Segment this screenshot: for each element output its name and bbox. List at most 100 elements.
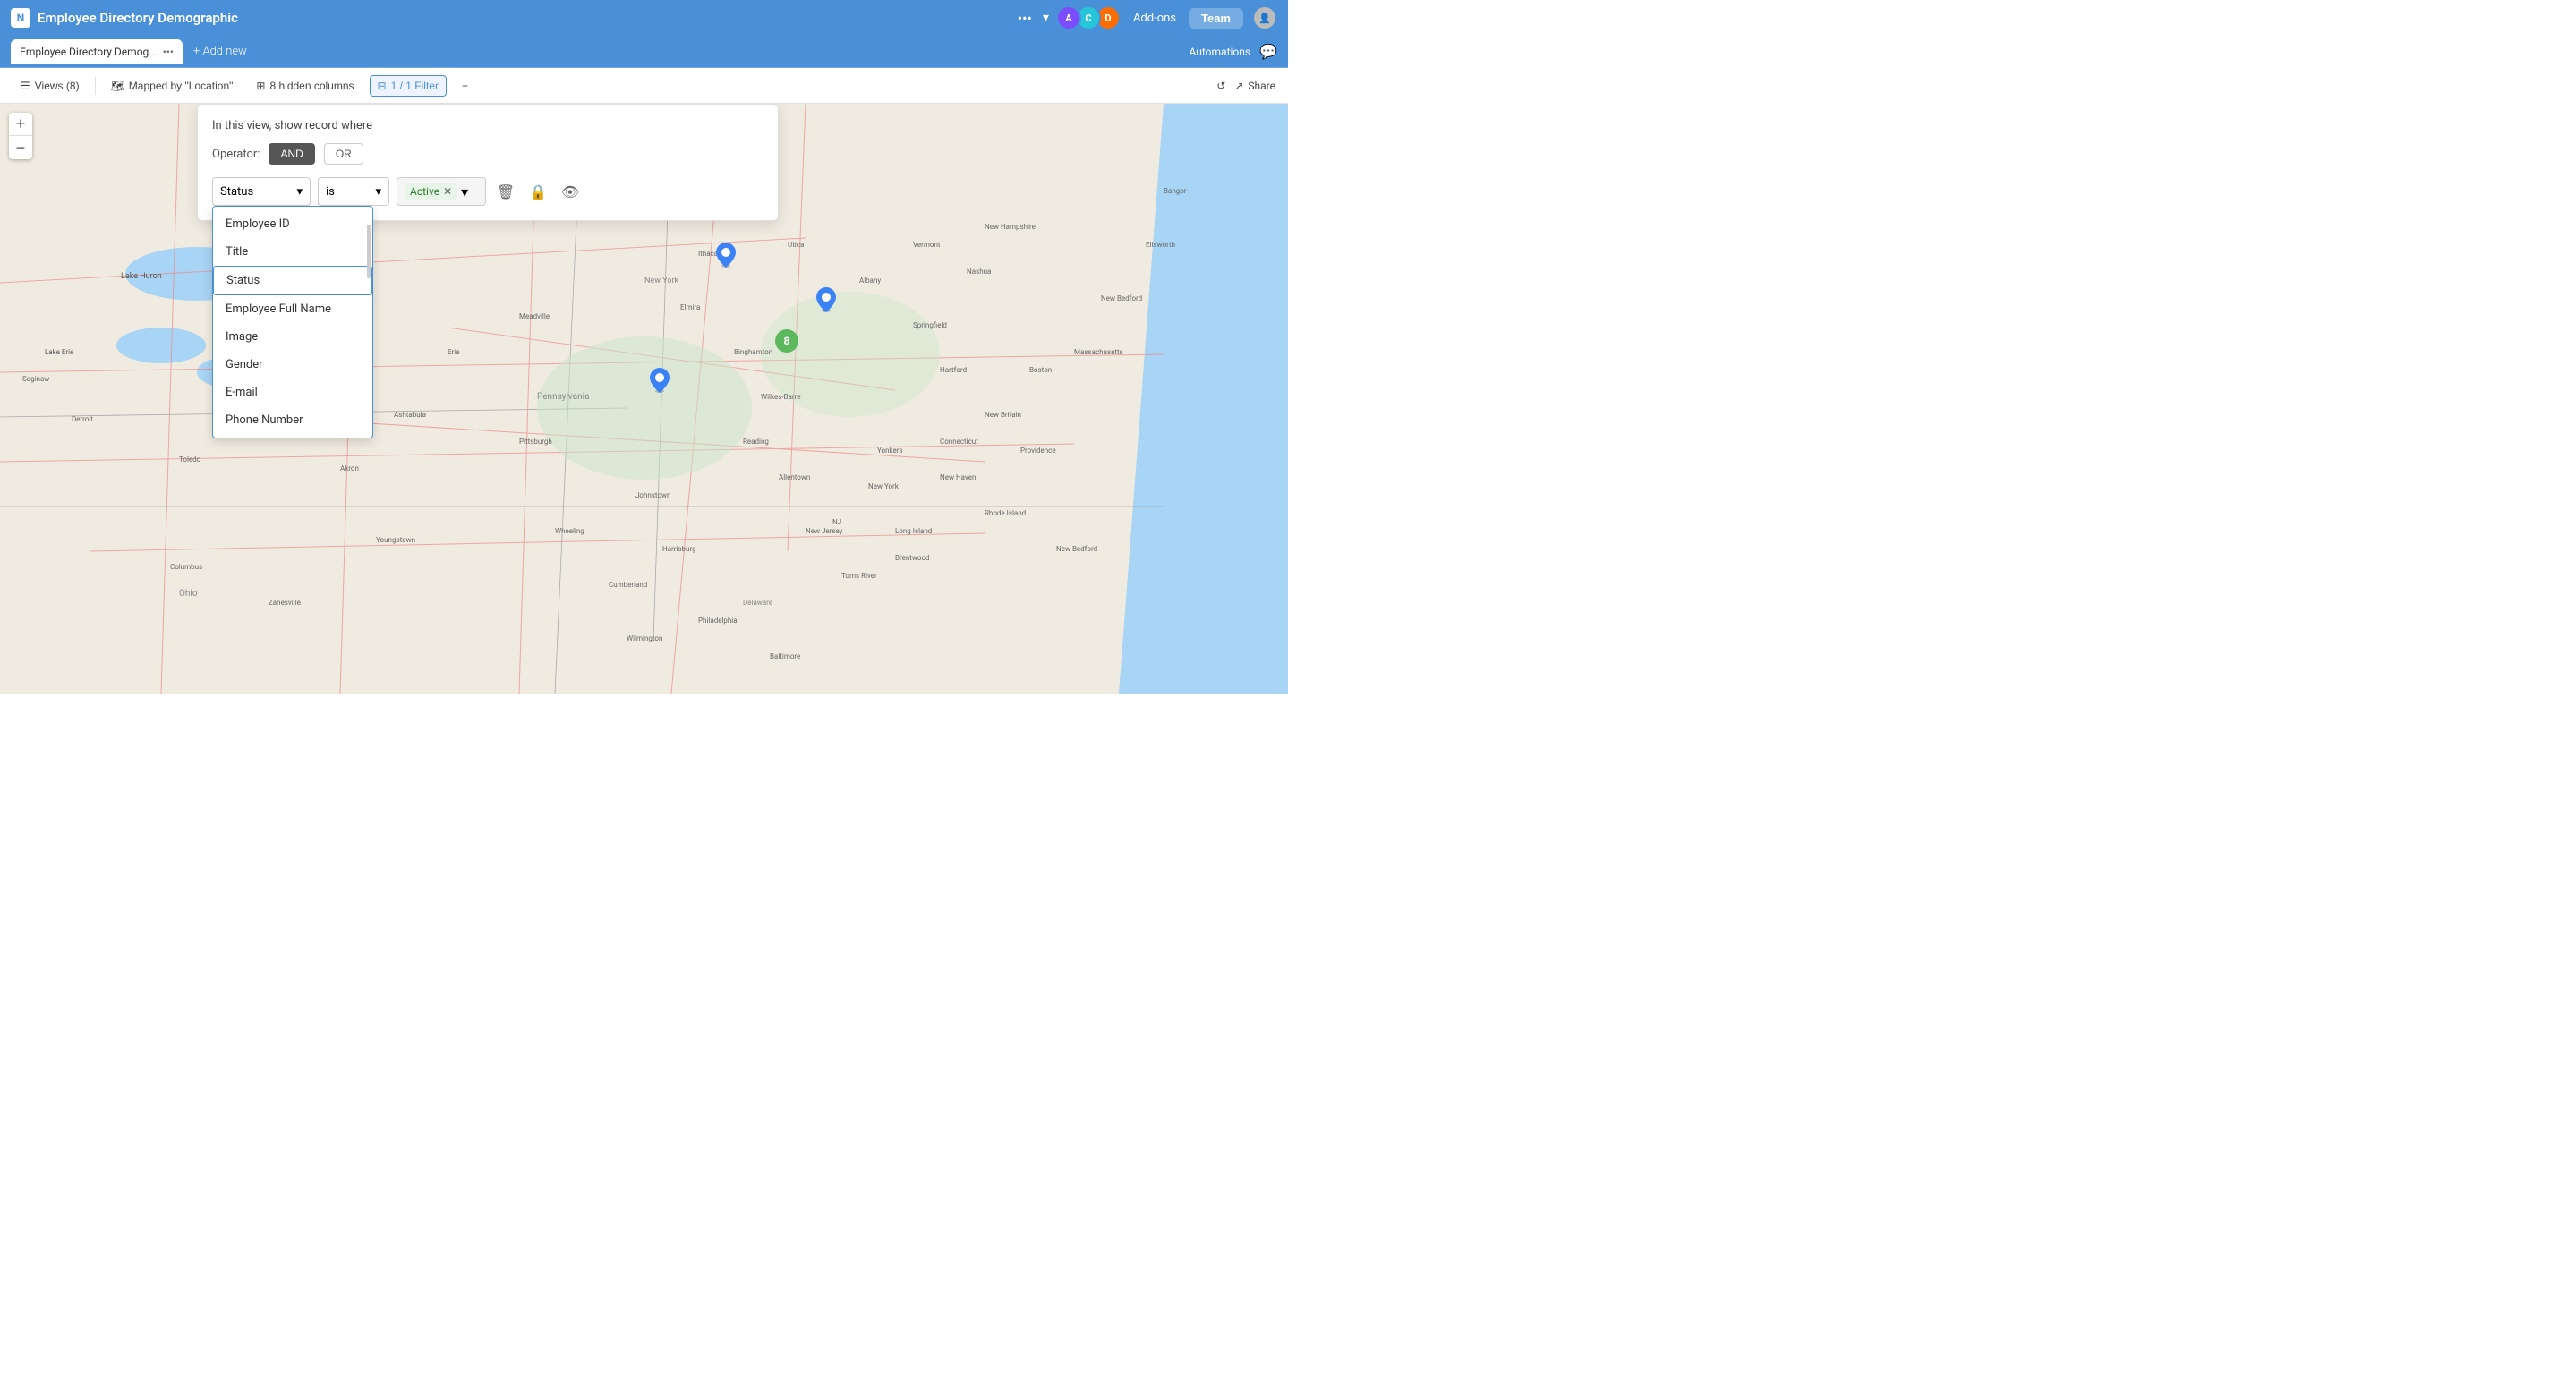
dropdown-item-full-name[interactable]: Employee Full Name bbox=[213, 295, 372, 323]
svg-text:Lake Huron: Lake Huron bbox=[121, 272, 162, 281]
value-chevron-icon[interactable]: ▾ bbox=[461, 183, 468, 200]
svg-text:New York: New York bbox=[868, 482, 900, 490]
svg-text:Ashtabula: Ashtabula bbox=[394, 411, 426, 419]
svg-text:Utica: Utica bbox=[788, 241, 804, 249]
svg-text:Zanesville: Zanesville bbox=[269, 599, 301, 607]
zoom-out-button[interactable]: − bbox=[9, 136, 32, 159]
condition-value: is bbox=[326, 185, 335, 199]
filter-value-text: Active bbox=[410, 185, 439, 198]
filter-label: 1 / 1 Filter bbox=[391, 80, 439, 92]
svg-text:Columbus: Columbus bbox=[170, 563, 202, 571]
chat-icon[interactable]: 💬 bbox=[1259, 43, 1277, 60]
svg-text:Saginaw: Saginaw bbox=[22, 375, 49, 383]
svg-text:New Haven: New Haven bbox=[940, 473, 976, 481]
team-button[interactable]: Team bbox=[1189, 8, 1243, 29]
svg-text:Lake Erie: Lake Erie bbox=[45, 348, 73, 356]
filter-button[interactable]: ⊟ 1 / 1 Filter bbox=[370, 75, 447, 97]
dropdown-item-image[interactable]: Image bbox=[213, 323, 372, 351]
dropdown-item-email[interactable]: E-mail bbox=[213, 379, 372, 406]
automations-link[interactable]: Automations bbox=[1189, 46, 1250, 58]
mapped-label: Mapped by "Location" bbox=[129, 80, 234, 92]
svg-text:Cumberland: Cumberland bbox=[609, 581, 647, 589]
tab-dots[interactable]: ••• bbox=[163, 46, 174, 58]
map-zoom-controls: + − bbox=[9, 113, 32, 159]
views-button[interactable]: ☰ Views (8) bbox=[13, 75, 88, 97]
views-icon: ☰ bbox=[21, 80, 30, 92]
app-title: Employee Directory Demographic bbox=[38, 10, 1011, 26]
svg-text:Wilkes-Barre: Wilkes-Barre bbox=[761, 393, 800, 401]
remove-filter-value-icon[interactable]: ✕ bbox=[443, 185, 452, 198]
filter-row: Status ▾ Employee ID Title Status Employ… bbox=[212, 177, 763, 206]
add-toolbar-button[interactable]: + bbox=[454, 75, 476, 97]
avatar-group: A C D bbox=[1056, 5, 1121, 30]
svg-text:Springfield: Springfield bbox=[913, 321, 947, 329]
map-icon: 🗺 bbox=[111, 80, 124, 92]
columns-icon: ⊞ bbox=[256, 80, 265, 92]
svg-text:Ohio: Ohio bbox=[179, 589, 198, 599]
share-button[interactable]: ↗ Share bbox=[1234, 80, 1275, 92]
dropdown-item-status[interactable]: Status bbox=[213, 266, 372, 295]
svg-text:Ellsworth: Ellsworth bbox=[1146, 241, 1175, 249]
user-avatar[interactable]: 👤 bbox=[1252, 5, 1277, 30]
svg-text:Ithaca: Ithaca bbox=[698, 250, 718, 258]
operator-or-button[interactable]: OR bbox=[324, 143, 363, 165]
filter-value-container[interactable]: Active ✕ ▾ bbox=[397, 177, 486, 206]
svg-text:Wheeling: Wheeling bbox=[555, 527, 584, 535]
active-tab[interactable]: Employee Directory Demog... ••• bbox=[11, 39, 183, 64]
map-pin-3[interactable] bbox=[650, 368, 670, 396]
top-nav: N Employee Directory Demographic ••• ▾ A… bbox=[0, 0, 1288, 36]
field-value: Status bbox=[220, 185, 253, 199]
svg-text:Reading: Reading bbox=[743, 438, 769, 446]
tab-bar-right: Automations 💬 bbox=[1189, 43, 1277, 60]
undo-button[interactable]: ↺ bbox=[1216, 80, 1225, 92]
delete-filter-button[interactable]: 🗑 bbox=[493, 179, 518, 204]
dropdown-item-title[interactable]: Title bbox=[213, 238, 372, 266]
app-menu-dots[interactable]: ••• bbox=[1018, 10, 1032, 27]
svg-text:Meadville: Meadville bbox=[519, 312, 550, 320]
dropdown-scrollbar bbox=[367, 225, 371, 278]
map-pin-1[interactable] bbox=[716, 243, 736, 271]
map-pin-2[interactable] bbox=[816, 287, 836, 316]
operator-and-button[interactable]: AND bbox=[269, 143, 314, 165]
toolbar-divider-1 bbox=[95, 77, 96, 95]
app-chevron-icon[interactable]: ▾ bbox=[1043, 11, 1049, 25]
avatar-purple: A bbox=[1056, 5, 1081, 30]
lock-filter-button[interactable]: 🔒 bbox=[525, 179, 550, 204]
svg-text:Youngstown: Youngstown bbox=[376, 536, 415, 544]
svg-text:Albany: Albany bbox=[859, 277, 881, 285]
svg-text:Elmira: Elmira bbox=[680, 303, 700, 311]
map-container: Lake Huron Lake Erie Saginaw Detroit Tol… bbox=[0, 104, 1288, 694]
svg-text:Connecticut: Connecticut bbox=[940, 438, 978, 446]
condition-chevron-icon: ▾ bbox=[375, 185, 381, 199]
zoom-in-button[interactable]: + bbox=[9, 113, 32, 136]
filter-value-tag: Active ✕ bbox=[405, 183, 457, 200]
svg-text:Nashua: Nashua bbox=[967, 268, 991, 276]
condition-selector[interactable]: is ▾ bbox=[318, 177, 389, 206]
svg-text:Allentown: Allentown bbox=[779, 473, 810, 481]
views-label: Views (8) bbox=[35, 80, 80, 92]
svg-text:Akron: Akron bbox=[340, 464, 359, 472]
svg-text:New Bedford: New Bedford bbox=[1101, 294, 1142, 302]
dropdown-item-phone[interactable]: Phone Number bbox=[213, 406, 372, 434]
toolbar-right: ↺ ↗ Share bbox=[1216, 80, 1275, 92]
svg-text:New Hampshire: New Hampshire bbox=[985, 223, 1036, 231]
svg-text:Binghamton: Binghamton bbox=[734, 348, 772, 356]
svg-text:New Jersey: New Jersey bbox=[806, 527, 843, 535]
map-cluster[interactable]: 8 bbox=[775, 329, 798, 353]
field-selector[interactable]: Status ▾ bbox=[212, 177, 311, 206]
add-tab-button[interactable]: + Add new bbox=[190, 45, 251, 58]
svg-text:Erie: Erie bbox=[448, 348, 459, 356]
hidden-columns-button[interactable]: ⊞ 8 hidden columns bbox=[248, 75, 362, 97]
mapped-by-button[interactable]: 🗺 Mapped by "Location" bbox=[103, 75, 242, 97]
svg-text:Long Island: Long Island bbox=[895, 527, 932, 535]
dropdown-item-employee-id[interactable]: Employee ID bbox=[213, 210, 372, 238]
show-filter-button[interactable]: 👁 bbox=[558, 179, 583, 204]
field-chevron-icon: ▾ bbox=[296, 185, 303, 199]
svg-text:Pittsburgh: Pittsburgh bbox=[519, 438, 552, 446]
svg-text:Yonkers: Yonkers bbox=[877, 447, 903, 455]
addons-button[interactable]: Add-ons bbox=[1130, 12, 1180, 25]
svg-text:Boston: Boston bbox=[1029, 366, 1052, 374]
dropdown-item-gender[interactable]: Gender bbox=[213, 351, 372, 379]
filter-icon: ⊟ bbox=[378, 80, 387, 92]
cluster-count[interactable]: 8 bbox=[775, 329, 798, 353]
